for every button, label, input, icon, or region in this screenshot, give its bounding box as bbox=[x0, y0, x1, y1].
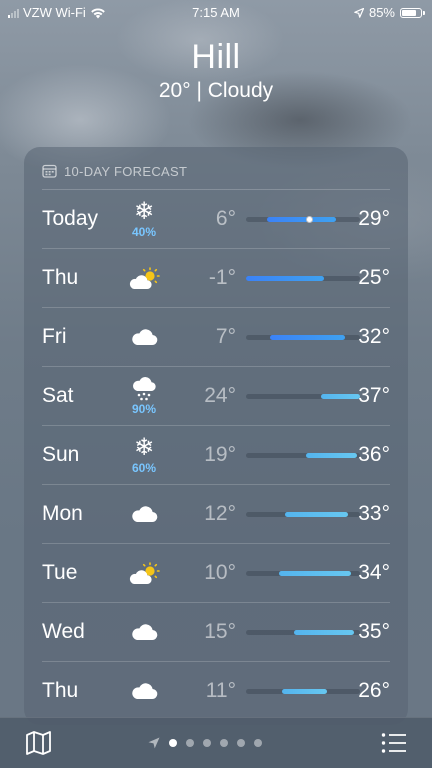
high-temp: 34° bbox=[358, 561, 390, 584]
precip-chance: 90% bbox=[131, 402, 157, 416]
low-temp: 12° bbox=[204, 502, 236, 525]
temp-range-bar bbox=[285, 512, 348, 517]
temp-range-bar bbox=[282, 689, 327, 694]
battery-fill bbox=[402, 9, 417, 16]
cloud-snow-icon: 90% bbox=[128, 377, 160, 416]
forecast-row[interactable]: Sat 90% 24° 37° bbox=[42, 367, 390, 426]
forecast-day: Today bbox=[42, 207, 99, 230]
forecast-row[interactable]: Fri 7° 32° bbox=[42, 308, 390, 367]
cloud-icon bbox=[128, 613, 160, 651]
temp-range-track bbox=[246, 394, 360, 399]
forecast-row[interactable]: Wed 15° 35° bbox=[42, 603, 390, 662]
calendar-icon bbox=[42, 164, 57, 178]
cloud-icon bbox=[128, 318, 160, 356]
page-dot[interactable] bbox=[169, 739, 177, 747]
forecast-day: Thu bbox=[42, 679, 79, 702]
cloud-icon bbox=[128, 672, 160, 710]
high-temp: 32° bbox=[358, 325, 390, 348]
precip-chance: 60% bbox=[131, 461, 157, 475]
ten-day-forecast-card[interactable]: 10-DAY FORECAST Today ❄ 40% 6° 29° Thu -1° 25° F… bbox=[24, 147, 408, 725]
low-temp: -1° bbox=[208, 266, 236, 289]
forecast-day: Thu bbox=[42, 266, 79, 289]
temp-range-bar bbox=[306, 453, 357, 458]
current-temp-dot bbox=[305, 216, 313, 223]
temp-range-bar bbox=[279, 571, 351, 576]
low-temp: 15° bbox=[204, 620, 236, 643]
partly-sunny-icon bbox=[128, 554, 160, 592]
snowflake-icon: ❄ 60% bbox=[128, 436, 160, 476]
cloud-icon bbox=[128, 495, 160, 533]
temp-range-bar bbox=[267, 217, 336, 222]
location-arrow-icon bbox=[148, 737, 160, 749]
page-dot[interactable] bbox=[220, 739, 228, 747]
forecast-day: Mon bbox=[42, 502, 83, 525]
status-bar: VZW Wi-Fi 7:15 AM 85% bbox=[0, 0, 432, 26]
high-temp: 37° bbox=[358, 384, 390, 407]
low-temp: 7° bbox=[215, 325, 236, 348]
low-temp: 11° bbox=[205, 679, 236, 702]
location-arrow-icon bbox=[354, 7, 364, 18]
temp-range-bar bbox=[270, 335, 345, 340]
temp-range-bar bbox=[294, 630, 354, 635]
forecast-row[interactable]: Tue 10° 34° bbox=[42, 544, 390, 603]
forecast-rows: Today ❄ 40% 6° 29° Thu -1° 25° Fri 7° 32° Sat 90% 24°… bbox=[42, 190, 390, 720]
partly-sunny-icon bbox=[128, 259, 160, 297]
high-temp: 25° bbox=[358, 266, 390, 289]
high-temp: 26° bbox=[358, 679, 390, 702]
forecast-row[interactable]: Sun ❄ 60% 19° 36° bbox=[42, 426, 390, 485]
temp-range-bar bbox=[246, 276, 324, 281]
forecast-row[interactable]: Today ❄ 40% 6° 29° bbox=[42, 190, 390, 249]
bottom-toolbar bbox=[0, 717, 432, 768]
snowflake-icon: ❄ 40% bbox=[128, 200, 160, 240]
forecast-row[interactable]: Thu -1° 25° bbox=[42, 249, 390, 308]
forecast-title: 10-DAY FORECAST bbox=[64, 163, 188, 179]
battery-percent: 85% bbox=[368, 5, 395, 20]
temp-range-track bbox=[246, 689, 360, 694]
city-name: Hill bbox=[191, 38, 241, 76]
high-temp: 29° bbox=[358, 207, 390, 230]
high-temp: 33° bbox=[358, 502, 390, 525]
high-temp: 36° bbox=[358, 443, 390, 466]
temp-range-track bbox=[246, 335, 360, 340]
page-dot[interactable] bbox=[203, 739, 211, 747]
temp-range-track bbox=[246, 276, 360, 281]
forecast-day: Wed bbox=[42, 620, 85, 643]
page-dot[interactable] bbox=[237, 739, 245, 747]
forecast-day: Sat bbox=[42, 384, 74, 407]
temp-range-track bbox=[246, 453, 360, 458]
page-dot[interactable] bbox=[254, 739, 262, 747]
temp-range-track bbox=[246, 216, 360, 223]
forecast-day: Tue bbox=[42, 561, 78, 584]
current-temp-condition: 20° | Cloudy bbox=[158, 79, 274, 102]
temp-range-track bbox=[246, 571, 360, 576]
forecast-header: 10-DAY FORECAST bbox=[42, 161, 408, 181]
low-temp: 24° bbox=[204, 384, 236, 407]
forecast-row[interactable]: Thu 11° 26° bbox=[42, 662, 390, 720]
low-temp: 19° bbox=[204, 443, 236, 466]
temp-range-track bbox=[246, 512, 360, 517]
page-dot[interactable] bbox=[186, 739, 194, 747]
list-icon[interactable] bbox=[381, 732, 407, 754]
battery-icon bbox=[400, 7, 425, 18]
forecast-day: Sun bbox=[42, 443, 80, 466]
forecast-day: Fri bbox=[42, 325, 67, 348]
precip-chance: 40% bbox=[131, 225, 157, 239]
map-icon[interactable] bbox=[25, 730, 52, 756]
high-temp: 35° bbox=[358, 620, 390, 643]
temp-range-bar bbox=[321, 394, 360, 399]
temp-range-track bbox=[246, 630, 360, 635]
page-indicator[interactable] bbox=[148, 737, 262, 749]
forecast-row[interactable]: Mon 12° 33° bbox=[42, 485, 390, 544]
low-temp: 6° bbox=[215, 207, 236, 230]
low-temp: 10° bbox=[204, 561, 236, 584]
